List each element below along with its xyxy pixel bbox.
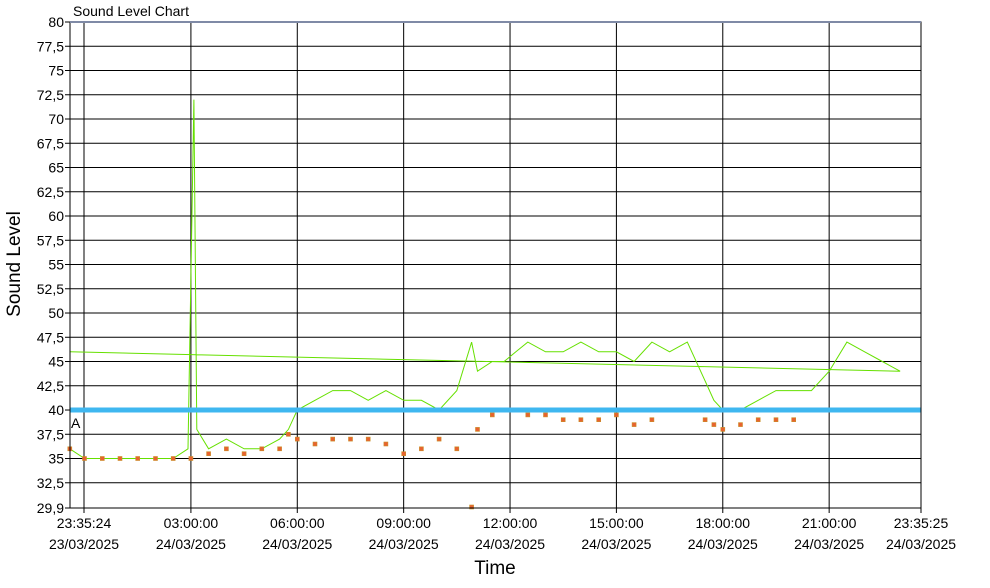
y-tick-label: 65 xyxy=(48,160,64,176)
x-tick-time: 03:00:00 xyxy=(164,515,219,531)
data-marker xyxy=(365,436,371,442)
data-marker xyxy=(312,441,318,447)
data-marker xyxy=(259,446,265,452)
x-tick-date: 24/03/2025 xyxy=(156,536,226,552)
y-tick-label: 75 xyxy=(48,63,64,79)
y-tick-label: 45 xyxy=(48,354,64,370)
x-tick-date: 24/03/2025 xyxy=(886,536,956,552)
x-tick-date: 24/03/2025 xyxy=(688,536,758,552)
data-marker xyxy=(436,436,442,442)
x-tick-time: 15:00:00 xyxy=(589,515,644,531)
y-tick-label: 40 xyxy=(48,402,64,418)
y-tick-label: 35 xyxy=(48,451,64,467)
y-tick-label: 52,5 xyxy=(37,281,64,297)
data-marker xyxy=(543,412,548,418)
y-tick-label: 50 xyxy=(48,305,64,321)
data-marker xyxy=(755,417,761,423)
data-marker xyxy=(82,456,87,461)
x-axis-label: Time xyxy=(474,558,516,579)
x-tick-time: 18:00:00 xyxy=(696,515,751,531)
threshold-label: A xyxy=(71,415,81,431)
x-tick-labels: 23:35:24 23/03/2025 03:00:00 24/03/2025 06:0… xyxy=(49,515,956,552)
y-tick-label: 62,5 xyxy=(37,184,64,200)
data-marker xyxy=(135,456,140,461)
x-tick-date: 24/03/2025 xyxy=(794,536,864,552)
x-tick-time: 06:00:00 xyxy=(270,515,325,531)
data-marker xyxy=(791,417,797,423)
y-axis-label: Sound Level xyxy=(4,211,25,317)
y-tick-label: 32,5 xyxy=(37,475,64,491)
data-marker xyxy=(241,451,247,457)
data-marker xyxy=(170,456,176,461)
data-marker xyxy=(720,427,726,432)
data-marker xyxy=(596,417,602,423)
y-tick-label: 55 xyxy=(48,257,64,273)
data-marker xyxy=(578,417,584,423)
data-marker xyxy=(330,436,336,442)
data-marker xyxy=(348,436,353,442)
y-tick-label: 70 xyxy=(48,111,64,127)
data-marker xyxy=(560,417,566,423)
data-marker xyxy=(489,412,495,418)
data-marker xyxy=(100,456,105,461)
y-tick-label: 47,5 xyxy=(37,329,64,345)
data-marker xyxy=(286,431,291,437)
y-tick-label: 60 xyxy=(48,208,64,224)
x-tick-time: 09:00:00 xyxy=(376,515,431,531)
x-tick-date: 24/03/2025 xyxy=(475,536,545,552)
x-tick-time: 23:35:25 xyxy=(894,515,949,531)
data-marker xyxy=(649,417,655,423)
chart-title: Sound Level Chart xyxy=(73,3,189,19)
data-marker xyxy=(117,456,123,461)
data-marker xyxy=(224,446,229,452)
data-marker xyxy=(614,412,619,418)
x-tick-time: 12:00:00 xyxy=(483,515,538,531)
x-tick-date: 24/03/2025 xyxy=(369,536,439,552)
y-tick-label: 57,5 xyxy=(37,232,64,248)
data-marker xyxy=(188,456,194,461)
data-marker xyxy=(206,451,211,457)
data-marker xyxy=(773,417,779,423)
data-marker xyxy=(711,422,717,427)
sound-level-chart: A 29,9 32,5 35 37,5 40 42,5 45 47,5 50 52,5 55 57,5… xyxy=(4,3,956,579)
x-tick-time: 21:00:00 xyxy=(802,515,857,531)
y-tick-label: 37,5 xyxy=(37,426,64,442)
data-marker xyxy=(454,446,460,452)
y-tick-label: 42,5 xyxy=(37,378,64,394)
data-marker xyxy=(738,422,743,427)
data-marker xyxy=(419,446,424,452)
x-tick-date: 24/03/2025 xyxy=(581,536,651,552)
x-tick-date: 24/03/2025 xyxy=(262,536,332,552)
data-marker xyxy=(383,441,389,447)
data-marker xyxy=(277,446,282,452)
data-marker xyxy=(475,427,480,432)
data-marker xyxy=(401,451,407,457)
y-tick-labels: 29,9 32,5 35 37,5 40 42,5 45 47,5 50 52,5 55 57,5 60… xyxy=(37,14,64,516)
data-marker xyxy=(702,417,708,423)
y-tick-label: 80 xyxy=(48,14,64,30)
x-tick-date: 23/03/2025 xyxy=(49,536,119,552)
data-marker xyxy=(153,456,158,461)
y-tick-label: 72,5 xyxy=(37,87,64,103)
y-tick-label: 67,5 xyxy=(37,135,64,151)
data-marker xyxy=(631,422,637,427)
data-marker xyxy=(525,412,531,418)
x-tick-time: 23:35:24 xyxy=(57,515,112,531)
y-tick-label: 77,5 xyxy=(37,38,64,54)
y-tick-label: 29,9 xyxy=(37,500,64,516)
data-marker xyxy=(294,436,300,442)
